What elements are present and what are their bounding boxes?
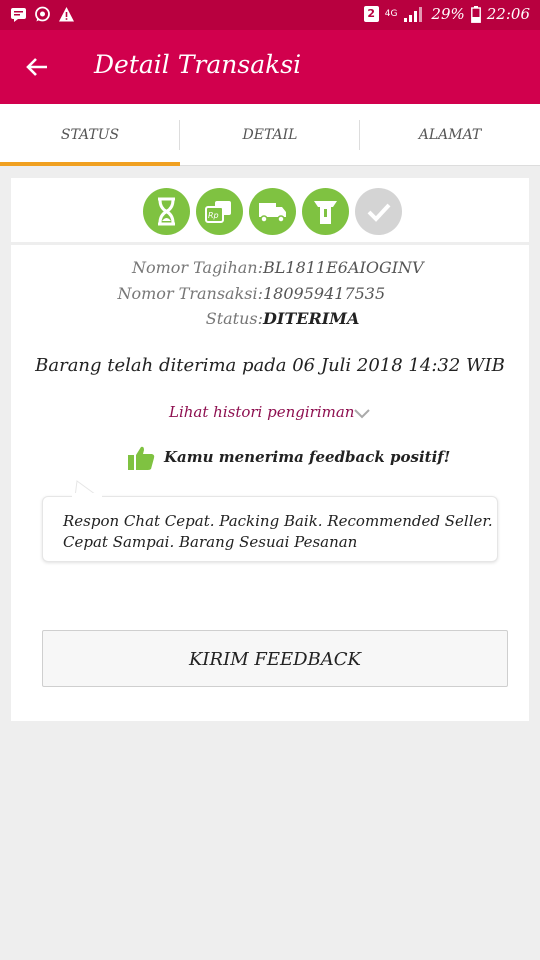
feedback-text: Respon Chat Cepat. Packing Baik. Recomme… bbox=[63, 512, 493, 551]
transaction-row: Nomor Transaksi: 180959417535 bbox=[11, 284, 529, 308]
send-feedback-button[interactable]: KIRIM FEEDBACK bbox=[42, 630, 508, 687]
feedback-received-message: Kamu menerima feedback positif! bbox=[164, 448, 451, 466]
tab-bar: STATUS DETAIL ALAMAT bbox=[0, 104, 540, 166]
status-label: Status: bbox=[205, 309, 263, 328]
thumbs-up-icon bbox=[128, 446, 155, 470]
clock: 22:06 bbox=[486, 5, 530, 23]
back-arrow-icon[interactable] bbox=[22, 52, 52, 82]
check-icon bbox=[355, 188, 402, 235]
payment-icon: Rp bbox=[196, 188, 243, 235]
tab-detail[interactable]: DETAIL bbox=[180, 104, 360, 166]
invoice-row: Nomor Tagihan: BL1811E6AIOGINV bbox=[11, 258, 529, 282]
page-title: Detail Transaksi bbox=[94, 50, 302, 79]
truck-icon bbox=[249, 188, 296, 235]
battery-icon bbox=[470, 5, 481, 23]
status-indicators: 2 4G 29% 22:06 bbox=[363, 5, 530, 23]
active-tab-indicator bbox=[0, 162, 180, 166]
status-row: Status: DITERIMA bbox=[11, 309, 529, 333]
transaction-number: 180959417535 bbox=[263, 284, 386, 303]
signal-icon bbox=[404, 7, 423, 22]
sim-badge: 2 bbox=[363, 6, 379, 22]
shipment-history-link[interactable]: Lihat histori pengiriman bbox=[169, 403, 354, 421]
warning-icon bbox=[59, 7, 74, 22]
notification-icons bbox=[10, 6, 75, 23]
network-type: 4G bbox=[384, 8, 398, 19]
whatsapp-icon bbox=[35, 6, 50, 22]
battery-percent: 29% bbox=[431, 5, 465, 23]
bubble-tail-mask bbox=[72, 493, 102, 499]
progress-steps: Rp bbox=[11, 178, 529, 242]
transaction-status-card: Nomor Tagihan: BL1811E6AIOGINV Nomor Tra… bbox=[11, 245, 529, 721]
tab-alamat[interactable]: ALAMAT bbox=[360, 104, 540, 166]
received-message: Barang telah diterima pada 06 Juli 2018 … bbox=[35, 355, 505, 376]
invoice-number: BL1811E6AIOGINV bbox=[263, 258, 424, 277]
app-bar: Detail Transaksi bbox=[0, 30, 540, 104]
hourglass-icon bbox=[143, 188, 190, 235]
status-value: DITERIMA bbox=[263, 309, 360, 328]
tab-status[interactable]: STATUS bbox=[0, 104, 180, 166]
chevron-down-icon[interactable] bbox=[353, 406, 371, 420]
package-received-icon bbox=[302, 188, 349, 235]
status-bar: 2 4G 29% 22:06 bbox=[0, 0, 540, 30]
feedback-bubble: Respon Chat Cepat. Packing Baik. Recomme… bbox=[42, 496, 498, 562]
transaction-label: Nomor Transaksi: bbox=[117, 284, 264, 303]
invoice-label: Nomor Tagihan: bbox=[131, 258, 263, 277]
message-notification-icon bbox=[11, 8, 26, 22]
svg-text:Rp: Rp bbox=[208, 211, 219, 220]
